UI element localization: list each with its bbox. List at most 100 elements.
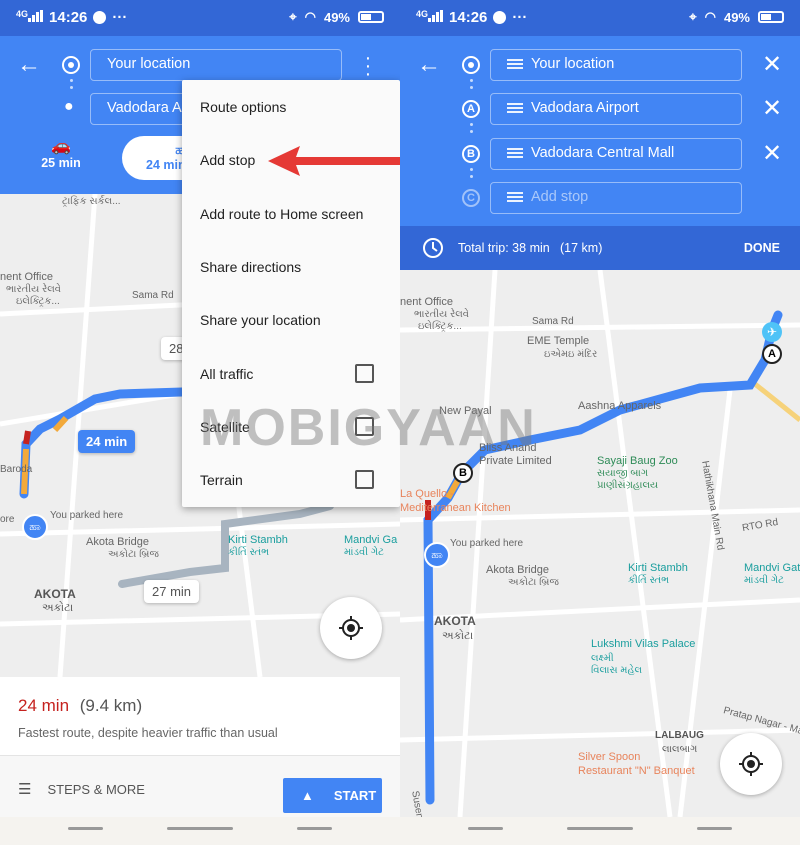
stop-b-map-marker[interactable]: B — [453, 463, 473, 483]
stops-editor: ← A B C Your location Vadodara Airport V… — [400, 36, 800, 226]
map-label: અકોટા બ્રિજ — [508, 577, 559, 588]
map-label: ઇએમઇ મંદિર — [544, 349, 598, 360]
steps-more-button[interactable]: ☰ STEPS & MORE — [18, 780, 145, 798]
stop-input-a[interactable]: Vadodara Airport — [490, 93, 742, 125]
start-button[interactable]: ▲ START — [283, 778, 382, 813]
menu-share-location[interactable]: Share your location — [200, 310, 321, 330]
highway — [748, 378, 800, 422]
map-label: nent Office — [400, 296, 453, 308]
map-label: nent Office — [0, 271, 53, 283]
route-distance: (9.4 km) — [79, 696, 143, 715]
map-label: New Payal — [439, 405, 492, 417]
clock: 14:26 — [449, 9, 488, 26]
stop-input-b[interactable]: Vadodara Central Mall — [490, 138, 742, 170]
remove-stop-a-icon[interactable]: ✕ — [760, 97, 784, 121]
total-trip-text: Total trip: 38 min — [458, 241, 550, 255]
more-notifications: ··· — [512, 9, 528, 26]
remove-stop-b-icon[interactable]: ✕ — [760, 142, 784, 166]
parked-label: You parked here — [50, 510, 124, 521]
nav-indicator — [697, 827, 732, 830]
crosshair-icon — [339, 616, 363, 640]
drag-handle-icon[interactable] — [507, 57, 523, 71]
menu-add-stop[interactable]: Add stop — [200, 150, 255, 170]
map-label: પ્રાણીસંગ્રહાલય — [597, 480, 659, 491]
map-label: કીર્તિ સ્તંભ — [228, 547, 270, 558]
stop-b-marker-icon: B — [462, 145, 480, 163]
nav-indicator — [167, 827, 233, 830]
menu-route-options[interactable]: Route options — [200, 97, 286, 117]
right-screen: 4G 14:26 ··· ⌖ ◠ 49% ← A B C Your locati… — [400, 0, 800, 845]
clock-icon — [423, 238, 443, 258]
all-traffic-checkbox[interactable] — [355, 364, 374, 383]
battery-icon — [358, 11, 384, 23]
satellite-checkbox[interactable] — [355, 417, 374, 436]
route-dot — [70, 79, 73, 82]
map-label: Mandvi Gat — [744, 562, 800, 574]
origin-input[interactable]: Your location — [90, 49, 342, 81]
stop-a-map-marker[interactable]: A — [762, 344, 782, 364]
map-label: Akota Bridge — [86, 536, 149, 548]
map-view[interactable]: A B ✈ nent Office ભારતીય રેલવે ઇલેક્ટ્રિ… — [400, 270, 800, 817]
car-icon: 🚗 — [51, 138, 71, 155]
location-icon: ⌖ — [689, 9, 697, 24]
back-button[interactable]: ← — [416, 52, 442, 78]
stop-c-marker-icon: C — [462, 189, 480, 207]
map-label: ઇલેક્ટ્રિક... — [16, 296, 60, 307]
nav-indicator — [68, 827, 103, 830]
stop-a-marker-icon: A — [462, 100, 480, 118]
origin-marker-icon — [462, 56, 480, 74]
left-screen: 4G 14:26 ··· ⌖ ◠ 49% ← ● Your location V… — [0, 0, 400, 845]
map-label: અકોટા બ્રિજ — [108, 549, 159, 560]
map-label: કીર્તિ સ્તંભ — [628, 575, 670, 586]
route-dot — [70, 86, 73, 89]
map-label: લક્ષ્મી — [591, 653, 614, 664]
back-button[interactable]: ← — [16, 52, 42, 78]
map-label: Sama Rd — [532, 316, 574, 327]
done-button[interactable]: DONE — [744, 241, 780, 255]
route-duration: 24 min — [18, 696, 70, 715]
map-label: માંડવી ગેટ — [744, 575, 784, 586]
menu-share-directions[interactable]: Share directions — [200, 257, 301, 277]
overflow-menu: Route options Add stop Add route to Home… — [182, 80, 400, 507]
gesture-bar — [0, 817, 400, 845]
map-label: ઇલેક્ટ્રિક... — [418, 321, 462, 332]
mode-car[interactable]: 🚗 25 min — [30, 136, 92, 170]
menu-add-route-home[interactable]: Add route to Home screen — [200, 204, 363, 224]
my-location-button[interactable] — [320, 597, 382, 659]
terrain-checkbox[interactable] — [355, 470, 374, 489]
drag-handle-icon[interactable] — [507, 101, 523, 115]
area-label: AKOTA — [434, 614, 476, 628]
map-label: Sayaji Baug Zoo — [597, 455, 678, 467]
map-label: Kirti Stambh — [628, 562, 688, 574]
map-label: Silver Spoon — [578, 751, 641, 763]
map-label: Aashna Apparels — [578, 400, 662, 412]
menu-all-traffic[interactable]: All traffic — [200, 364, 253, 384]
status-bar: 4G 14:26 ··· ⌖ ◠ 49% — [400, 0, 800, 36]
route-time-label[interactable]: 24 min — [78, 430, 136, 453]
road — [0, 521, 400, 537]
traffic-heavy-segment — [23, 430, 31, 445]
stop-input-origin[interactable]: Your location — [490, 49, 742, 81]
remove-origin-icon[interactable]: ✕ — [760, 53, 784, 77]
nav-indicator — [468, 827, 503, 830]
my-location-button[interactable] — [720, 733, 782, 795]
drag-handle-icon[interactable] — [507, 146, 523, 160]
map-label: માંડવી ગેટ — [344, 547, 384, 558]
map-label: Private Limited — [479, 455, 552, 467]
destination-pin-icon: ● — [64, 98, 74, 115]
signal-icon: 4G — [16, 9, 44, 26]
nav-indicator — [297, 827, 332, 830]
menu-satellite[interactable]: Satellite — [200, 417, 250, 437]
drag-handle-icon[interactable] — [507, 190, 523, 204]
alt-route-time-label[interactable]: 27 min — [144, 580, 200, 603]
add-stop-input[interactable]: Add stop — [490, 182, 742, 214]
sync-icon — [93, 11, 107, 24]
map-label: ભારતીય રેલવે — [6, 284, 62, 295]
alt-route[interactable] — [118, 502, 334, 588]
map-label: Bliss Anand — [479, 442, 537, 454]
map-label: Baroda — [0, 464, 33, 475]
more-options-icon[interactable]: · · · — [362, 48, 374, 84]
multi-stop-route[interactable] — [423, 310, 783, 805]
motorcycle-location-icon: ಹಾ — [424, 542, 450, 568]
menu-terrain[interactable]: Terrain — [200, 470, 243, 490]
